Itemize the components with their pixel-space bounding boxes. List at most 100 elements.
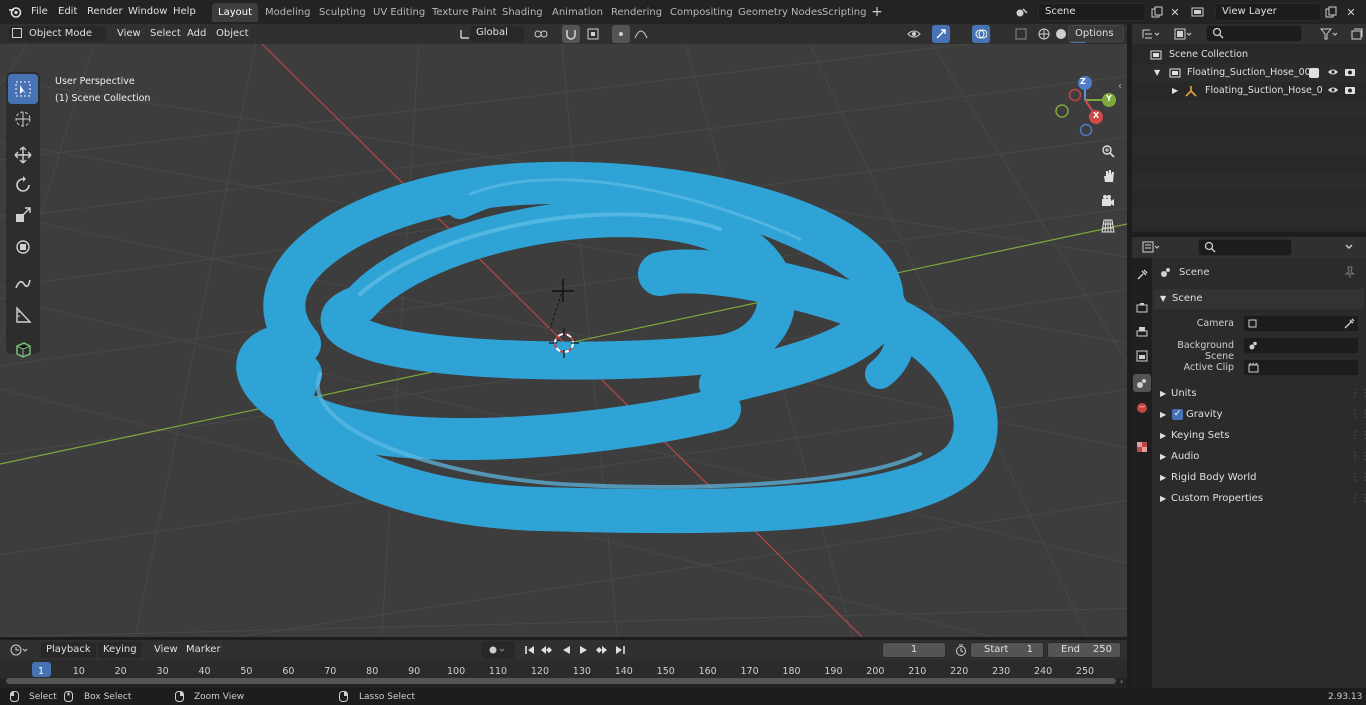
tab-shading[interactable]: Shading bbox=[496, 3, 549, 22]
units-panel-header[interactable]: ▶ Units ⋮⋮ bbox=[1154, 384, 1366, 404]
tab-sculpting[interactable]: Sculpting bbox=[313, 3, 372, 22]
keying-menu[interactable]: Keying bbox=[98, 642, 142, 658]
render-tab-icon[interactable] bbox=[1133, 299, 1151, 317]
outliner-row-hose-collection[interactable]: ▼ Floating_Suction_Hose_002 bbox=[1132, 64, 1366, 82]
show-overlays-icon[interactable] bbox=[972, 25, 990, 43]
snap-icon[interactable] bbox=[562, 25, 580, 43]
menu-edit[interactable]: Edit bbox=[55, 4, 80, 20]
expand-down-icon[interactable]: ▼ bbox=[1154, 64, 1160, 82]
select-box-tool[interactable] bbox=[8, 74, 38, 104]
proportional-falloff-icon[interactable] bbox=[632, 25, 650, 43]
new-scene-icon[interactable] bbox=[1148, 3, 1166, 21]
tool-tab-icon[interactable] bbox=[1133, 266, 1151, 284]
tab-scripting[interactable]: Scripting bbox=[816, 3, 872, 22]
tab-compositing[interactable]: Compositing bbox=[664, 3, 739, 22]
menu-window[interactable]: Window bbox=[125, 4, 170, 20]
tab-geometry-nodes[interactable]: Geometry Nodes bbox=[732, 3, 828, 22]
expand-right-icon[interactable]: ▶ bbox=[1160, 384, 1166, 404]
add-cube-tool[interactable] bbox=[8, 334, 38, 364]
audio-panel-header[interactable]: ▶ Audio ⋮⋮ bbox=[1154, 447, 1366, 467]
outliner-row-hose-object[interactable]: ▶ Floating_Suction_Hose_0 bbox=[1132, 82, 1366, 100]
rigid-body-world-panel-header[interactable]: ▶ Rigid Body World ⋮⋮ bbox=[1154, 468, 1366, 488]
properties-editor-type-icon[interactable] bbox=[1138, 238, 1166, 256]
drag-handle-icon[interactable]: ⋮⋮ bbox=[1350, 447, 1366, 467]
visibility-selectability-icon[interactable] bbox=[905, 25, 923, 43]
viewport-menu-select[interactable]: Select bbox=[145, 26, 186, 42]
delete-view-layer-icon[interactable]: ✕ bbox=[1342, 3, 1360, 21]
display-mode-icon[interactable] bbox=[1170, 25, 1198, 43]
show-gizmo-icon[interactable] bbox=[932, 25, 950, 43]
xray-toggle-icon[interactable] bbox=[1012, 25, 1030, 43]
scene-tab-icon[interactable] bbox=[1133, 374, 1151, 392]
drag-handle-icon[interactable]: ⋮⋮ bbox=[1350, 426, 1366, 446]
pivot-point-icon[interactable] bbox=[532, 25, 550, 43]
snap-target-icon[interactable] bbox=[584, 25, 602, 43]
expand-right-icon[interactable]: ▶ bbox=[1160, 468, 1166, 488]
custom-properties-panel-header[interactable]: ▶ Custom Properties ⋮⋮ bbox=[1154, 489, 1366, 509]
delete-scene-icon[interactable]: ✕ bbox=[1166, 3, 1184, 21]
jump-to-keyframe-next-icon[interactable] bbox=[592, 641, 610, 659]
scale-tool[interactable] bbox=[8, 200, 38, 230]
drag-handle-icon[interactable]: ⋮⋮ bbox=[1350, 489, 1366, 509]
expand-right-icon[interactable]: ▶ bbox=[1172, 82, 1178, 100]
add-workspace-icon[interactable]: + bbox=[868, 3, 886, 21]
viewport-menu-add[interactable]: Add bbox=[182, 26, 211, 42]
new-view-layer-icon[interactable] bbox=[1322, 3, 1340, 21]
tab-animation[interactable]: Animation bbox=[546, 3, 609, 22]
scene-name-field[interactable]: Scene bbox=[1038, 3, 1146, 21]
blender-logo-icon[interactable] bbox=[6, 3, 24, 21]
view-layer-icon[interactable] bbox=[1189, 3, 1207, 21]
new-collection-icon[interactable] bbox=[1348, 25, 1366, 43]
drag-handle-icon[interactable]: ⋮⋮ bbox=[1350, 468, 1366, 488]
tab-texture-paint[interactable]: Texture Paint bbox=[426, 3, 503, 22]
play-reverse-icon[interactable] bbox=[557, 641, 575, 659]
keying-sets-panel-header[interactable]: ▶ Keying Sets ⋮⋮ bbox=[1154, 426, 1366, 446]
expand-right-icon[interactable]: ▶ bbox=[1160, 405, 1166, 425]
transform-tool[interactable] bbox=[8, 232, 38, 262]
drag-handle-icon[interactable]: ⋮⋮ bbox=[1350, 384, 1366, 404]
use-preview-range-icon[interactable] bbox=[952, 641, 970, 659]
annotate-tool[interactable] bbox=[8, 268, 38, 298]
playback-menu[interactable]: Playback bbox=[41, 642, 96, 658]
view-layer-field[interactable]: View Layer bbox=[1215, 3, 1321, 21]
tab-uv-editing[interactable]: UV Editing bbox=[367, 3, 431, 22]
wireframe-shading-icon[interactable] bbox=[1035, 25, 1053, 43]
filter-icon[interactable] bbox=[1316, 25, 1344, 43]
rotate-tool[interactable] bbox=[8, 170, 38, 200]
measure-tool[interactable] bbox=[8, 300, 38, 330]
tab-layout[interactable]: Layout bbox=[212, 3, 258, 22]
collection-checkbox[interactable] bbox=[1309, 68, 1319, 78]
perspective-toggle-icon[interactable] bbox=[1098, 216, 1118, 236]
menu-help[interactable]: Help bbox=[170, 4, 199, 20]
cursor-tool[interactable] bbox=[8, 104, 38, 134]
pan-view-icon[interactable] bbox=[1098, 166, 1118, 186]
jump-to-start-icon[interactable] bbox=[521, 641, 539, 659]
tab-rendering[interactable]: Rendering bbox=[605, 3, 668, 22]
expand-right-icon[interactable]: ▶ bbox=[1160, 447, 1166, 467]
expand-down-icon[interactable]: ▼ bbox=[1160, 289, 1166, 309]
view-layer-tab-icon[interactable] bbox=[1133, 347, 1151, 365]
timeline-editor-type-icon[interactable] bbox=[6, 641, 34, 659]
output-tab-icon[interactable] bbox=[1133, 323, 1151, 341]
menu-render[interactable]: Render bbox=[84, 4, 126, 20]
tab-modeling[interactable]: Modeling bbox=[259, 3, 317, 22]
jump-to-keyframe-prev-icon[interactable] bbox=[538, 641, 556, 659]
scene-selector-icon[interactable] bbox=[1013, 3, 1031, 21]
background-scene-field[interactable] bbox=[1243, 337, 1359, 354]
viewport-menu-object[interactable]: Object bbox=[211, 26, 254, 42]
options-dropdown[interactable]: Options bbox=[1068, 25, 1124, 42]
active-clip-field[interactable] bbox=[1243, 359, 1359, 376]
end-frame-field[interactable]: End 250 bbox=[1047, 642, 1121, 658]
expand-right-icon[interactable]: ▶ bbox=[1160, 426, 1166, 446]
gravity-checkbox[interactable]: ✓ bbox=[1172, 409, 1183, 420]
drag-handle-icon[interactable]: ⋮⋮ bbox=[1350, 405, 1366, 425]
gravity-panel-header[interactable]: ▶ ✓ Gravity ⋮⋮ bbox=[1154, 405, 1366, 425]
properties-options-chevron-icon[interactable] bbox=[1340, 238, 1358, 256]
viewport-canvas[interactable] bbox=[0, 44, 1127, 637]
pin-icon[interactable] bbox=[1344, 266, 1356, 281]
auto-keying-icon[interactable] bbox=[481, 641, 515, 659]
mode-selector[interactable]: Object Mode bbox=[8, 26, 106, 42]
sidebar-toggle-icon[interactable]: ‹ bbox=[1118, 81, 1122, 92]
scene-panel-header[interactable]: ▼ Scene bbox=[1154, 289, 1364, 309]
camera-field[interactable] bbox=[1243, 315, 1359, 332]
